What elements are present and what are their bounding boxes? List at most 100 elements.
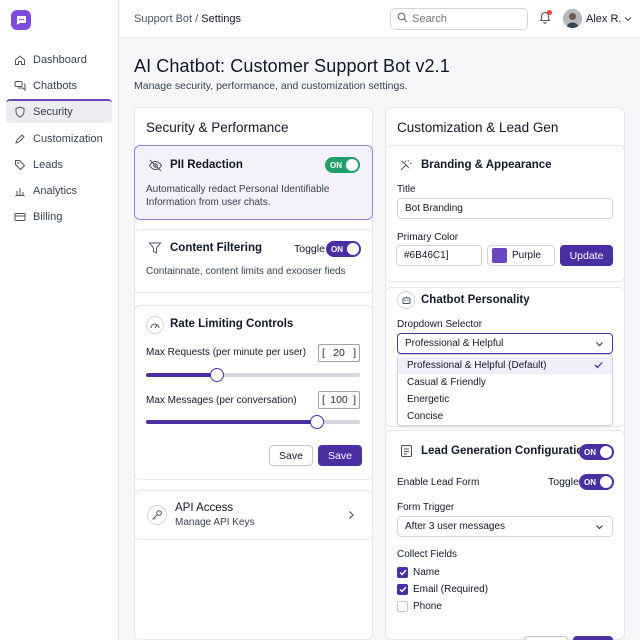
app-logo-icon[interactable]: [11, 10, 31, 30]
save-button[interactable]: Save: [318, 445, 362, 466]
breadcrumb-parent[interactable]: Support Bot: [134, 13, 192, 25]
color-hex-input[interactable]: #6B46C1]: [396, 245, 482, 266]
slider-fill: [146, 420, 318, 424]
security-panel-title: Security & Performance: [146, 120, 289, 135]
slider-thumb[interactable]: [209, 368, 224, 382]
customization-panel-title: Customization & Lead Gen: [397, 120, 559, 135]
pii-redaction-description: Automatically redact Personal Identifiab…: [146, 183, 329, 209]
chat-icon: [14, 80, 26, 92]
chevron-down-icon: [595, 340, 604, 351]
sidebar-item-billing[interactable]: Billing: [6, 205, 112, 229]
bracket-close: ]: [353, 347, 356, 359]
api-access-title: API Access: [175, 502, 234, 514]
sidebar-item-leads[interactable]: Leads: [6, 153, 112, 177]
pii-redaction-toggle[interactable]: ON: [325, 157, 360, 173]
title-input[interactable]: Bot Branding: [397, 198, 613, 219]
sidebar-item-chatbots[interactable]: Chatbots: [6, 74, 112, 98]
save-button-partial[interactable]: [573, 636, 613, 640]
sidebar-item-label: Billing: [33, 211, 63, 223]
search-box[interactable]: [390, 8, 528, 30]
content-filtering-toggle[interactable]: ON: [326, 241, 361, 257]
dropdown-selector-label: Dropdown Selector: [397, 319, 483, 330]
primary-color-label: Primary Color: [397, 232, 459, 243]
dropdown-option[interactable]: Energetic: [398, 391, 612, 408]
dropdown-option[interactable]: Casual & Friendly: [398, 374, 612, 391]
sidebar-item-customization[interactable]: Customization: [6, 127, 112, 151]
personality-select[interactable]: Professional & Helpful: [397, 333, 613, 354]
toggle-state-label: ON: [331, 244, 343, 254]
content-filtering-description: Containnate, content limits and exooser …: [146, 266, 346, 277]
chevron-down-icon[interactable]: [624, 14, 632, 26]
toggle-state-label: ON: [584, 447, 596, 457]
lead-gen-toggle[interactable]: ON: [579, 444, 614, 460]
cancel-button-partial[interactable]: [524, 636, 568, 640]
title-field-label: Title: [397, 184, 416, 195]
dropdown-option[interactable]: Concise: [398, 408, 612, 425]
sidebar-item-label: Customization: [33, 133, 103, 145]
breadcrumb-current: Settings: [201, 13, 242, 25]
chevron-right-icon[interactable]: [347, 510, 355, 523]
chevron-down-icon: [595, 523, 604, 534]
user-name[interactable]: Alex R.: [586, 13, 621, 25]
dropdown-option[interactable]: Professional & Helpful (Default): [398, 357, 612, 374]
slider-fill: [146, 373, 217, 377]
shield-icon: [14, 106, 26, 118]
toggle-knob: [600, 446, 612, 458]
gauge-icon: [146, 316, 164, 334]
sidebar-item-analytics[interactable]: Analytics: [6, 179, 112, 203]
form-trigger-select[interactable]: After 3 user messages: [397, 516, 613, 537]
pii-description-line1: Automatically redact Personal Identifiab…: [146, 184, 330, 195]
search-input[interactable]: [412, 13, 517, 25]
page-subtitle: Manage security, performance, and custom…: [134, 80, 408, 92]
lead-gen-card: Lead Generation Configuration ON Enable …: [385, 430, 625, 640]
api-access-card[interactable]: API Access Manage API Keys: [134, 490, 373, 540]
credit-card-icon: [14, 211, 26, 223]
breadcrumb-separator: /: [192, 13, 202, 25]
breadcrumb: Support Bot / Settings: [134, 13, 241, 25]
update-button[interactable]: Update: [560, 245, 613, 266]
lead-gen-title: Lead Generation Configuration: [421, 445, 591, 457]
color-swatch: [492, 248, 507, 263]
top-bar: Support Bot / Settings Alex R.: [120, 0, 640, 38]
personality-dropdown-menu: Professional & Helpful (Default) Casual …: [397, 354, 613, 426]
branding-title: Branding & Appearance: [421, 159, 552, 171]
key-icon: [147, 505, 167, 525]
personality-title: Chatbot Personality: [421, 294, 530, 306]
search-icon: [397, 12, 408, 26]
form-trigger-label: Form Trigger: [397, 502, 455, 513]
bracket-open: [: [322, 347, 325, 359]
enable-lead-form-label: Enable Lead Form: [397, 477, 480, 488]
sidebar-item-dashboard[interactable]: Dashboard: [6, 48, 112, 72]
enable-lead-form-toggle-label: Toggle: [548, 476, 579, 488]
home-icon: [14, 54, 26, 66]
tag-icon: [14, 159, 26, 171]
color-name-text: Purple: [512, 250, 541, 261]
email-checkbox[interactable]: [397, 584, 408, 595]
max-requests-slider[interactable]: [146, 368, 360, 382]
phone-checkbox-label: Phone: [413, 601, 442, 612]
slider-thumb[interactable]: [310, 415, 325, 429]
form-icon: [397, 442, 415, 460]
sidebar-item-label: Leads: [33, 159, 63, 171]
max-messages-slider[interactable]: [146, 415, 360, 429]
max-requests-input[interactable]: [20]: [318, 344, 360, 362]
sidebar-item-security[interactable]: Security: [6, 99, 112, 123]
api-access-subtitle: Manage API Keys: [175, 517, 255, 528]
option-label: Professional & Helpful (Default): [407, 360, 547, 371]
bracket-open: [: [322, 394, 325, 406]
avatar[interactable]: [563, 9, 582, 28]
max-messages-value: 100: [330, 394, 348, 406]
name-checkbox-label: Name: [413, 567, 440, 578]
pii-description-line2: Information from user chats.: [146, 197, 271, 208]
bar-chart-icon: [14, 185, 26, 197]
max-messages-input[interactable]: [100]: [318, 391, 360, 409]
pii-redaction-card: PII Redaction ON Automatically redact Pe…: [134, 145, 373, 220]
save-outline-button[interactable]: Save: [269, 445, 313, 466]
sidebar: Dashboard Chatbots Security Customizatio…: [0, 0, 119, 640]
filter-icon: [146, 239, 164, 257]
sidebar-item-label: Analytics: [33, 185, 78, 197]
toggle-state-label: ON: [584, 477, 596, 487]
enable-lead-form-toggle[interactable]: ON: [579, 474, 614, 490]
phone-checkbox[interactable]: [397, 601, 408, 612]
name-checkbox[interactable]: [397, 567, 408, 578]
